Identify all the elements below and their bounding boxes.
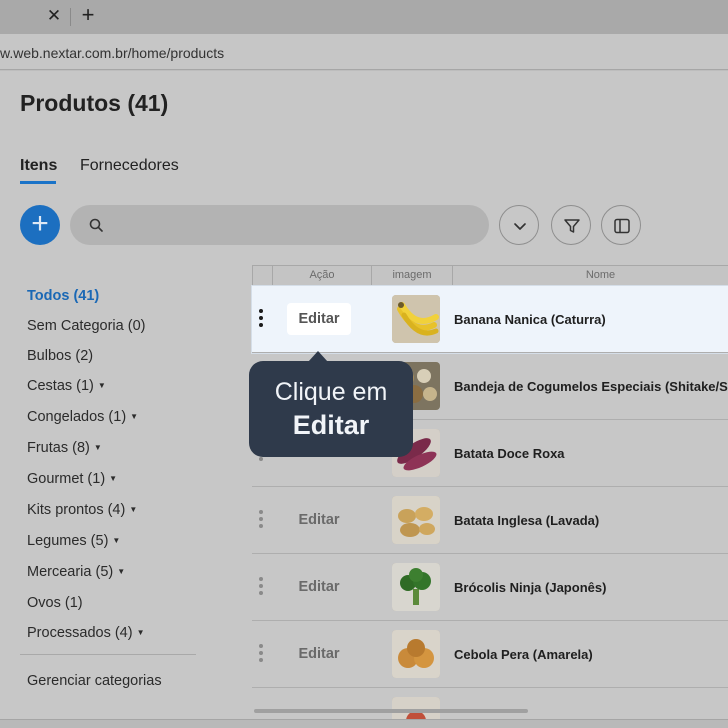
- caret-down-icon[interactable]: ▼: [98, 381, 106, 390]
- tab-separator: [70, 8, 71, 26]
- onboarding-tooltip: Clique em Editar: [249, 351, 413, 457]
- caret-down-icon[interactable]: ▼: [117, 567, 125, 576]
- caret-down-icon[interactable]: ▼: [94, 443, 102, 452]
- sidebar-category[interactable]: Frutas (8) ▼: [27, 440, 102, 456]
- header-select-cell: [253, 266, 272, 285]
- sidebar-category[interactable]: Ovos (1): [27, 595, 83, 611]
- sidebar-category-label: Processados (4): [27, 625, 133, 641]
- sidebar-category[interactable]: Sem Categoria (0): [27, 318, 145, 334]
- sidebar-category[interactable]: Todos (41): [27, 288, 99, 304]
- product-name[interactable]: Batata Doce Roxa: [454, 446, 565, 461]
- search-icon: [89, 218, 103, 232]
- address-bar[interactable]: w.web.nextar.com.br/home/products: [0, 34, 728, 70]
- sidebar-category[interactable]: Kits prontos (4) ▼: [27, 502, 137, 518]
- sidebar-category-label: Ovos (1): [27, 595, 83, 611]
- manage-categories-link[interactable]: Gerenciar categorias: [27, 673, 162, 689]
- product-name[interactable]: Banana Nanica (Caturra): [454, 312, 606, 327]
- sidebar-category-label: Sem Categoria (0): [27, 318, 146, 334]
- more-options-icon[interactable]: [258, 575, 264, 599]
- column-header-imagem[interactable]: imagem: [371, 266, 452, 285]
- caret-down-icon[interactable]: ▼: [129, 505, 137, 514]
- table-row[interactable]: Editar Banana Nanica (Caturra): [252, 286, 728, 353]
- filter-button[interactable]: [551, 205, 591, 245]
- horizontal-scrollbar[interactable]: [254, 709, 528, 713]
- plus-icon: +: [31, 207, 49, 240]
- sidebar-category[interactable]: Gourmet (1) ▼: [27, 471, 117, 487]
- sidebar-category[interactable]: Bulbos (2): [27, 348, 93, 364]
- sidebar-category-label: Frutas (8): [27, 440, 90, 456]
- caret-down-icon[interactable]: ▼: [112, 536, 120, 545]
- sidebar-category-label: Mercearia (5): [27, 564, 114, 580]
- tab-itens[interactable]: Itens: [20, 157, 57, 184]
- product-name[interactable]: Brócolis Ninja (Japonês): [454, 580, 606, 595]
- edit-button[interactable]: Editar: [287, 504, 351, 536]
- product-image: [392, 496, 440, 544]
- product-name[interactable]: Cebola Pera (Amarela): [454, 647, 593, 662]
- more-options-icon[interactable]: [258, 642, 264, 666]
- product-image: [392, 697, 440, 719]
- sidebar-category-label: Legumes (5): [27, 533, 109, 549]
- product-name[interactable]: Batata Inglesa (Lavada): [454, 513, 599, 528]
- sidebar-category[interactable]: Processados (4) ▼: [27, 625, 145, 641]
- sidebar-category[interactable]: Legumes (5) ▼: [27, 533, 120, 549]
- tooltip-line-2: Editar: [292, 410, 370, 440]
- browser-tab-bar: ✕ +: [0, 0, 728, 34]
- table-row[interactable]: Editar Cebola Pera (Amarela): [252, 621, 728, 688]
- table-header: Ação imagem Nome: [252, 265, 728, 286]
- sidebar-category-label: Congelados (1): [27, 409, 127, 425]
- edit-button[interactable]: Editar: [287, 571, 351, 603]
- filter-icon: [564, 219, 580, 233]
- url-text[interactable]: w.web.nextar.com.br/home/products: [0, 45, 224, 61]
- tooltip-line-1: Clique em: [274, 378, 388, 406]
- sidebar-divider: [20, 654, 196, 655]
- new-tab-icon[interactable]: +: [77, 4, 99, 28]
- bottom-bar: [0, 719, 728, 728]
- sidebar-category[interactable]: Mercearia (5) ▼: [27, 564, 125, 580]
- sidebar-category[interactable]: Congelados (1) ▼: [27, 409, 138, 425]
- caret-down-icon[interactable]: ▼: [109, 474, 117, 483]
- product-image: [392, 630, 440, 678]
- sidebar-category-label: Bulbos (2): [27, 348, 94, 364]
- product-image: [392, 295, 440, 343]
- chevron-down-icon: [514, 223, 526, 230]
- product-name[interactable]: Bandeja de Cogumelos Especiais (Shitake/…: [454, 379, 728, 394]
- tab-fornecedores[interactable]: Fornecedores: [80, 157, 179, 175]
- product-image: [392, 563, 440, 611]
- toggle-sidebar-button[interactable]: [601, 205, 641, 245]
- caret-down-icon[interactable]: ▼: [137, 628, 145, 637]
- sidebar-category[interactable]: Cestas (1) ▼: [27, 378, 106, 394]
- caret-down-icon[interactable]: ▼: [130, 412, 138, 421]
- close-tab-icon[interactable]: ✕: [44, 6, 64, 26]
- sidebar-category-label: Kits prontos (4): [27, 502, 126, 518]
- dropdown-button[interactable]: [499, 205, 539, 245]
- sidebar-category-label: Cestas (1): [27, 378, 94, 394]
- table-row[interactable]: Editar Brócolis Ninja (Japonês): [252, 554, 728, 621]
- search-input[interactable]: [70, 205, 489, 245]
- table-row[interactable]: Editar Batata Inglesa (Lavada): [252, 487, 728, 554]
- add-product-button[interactable]: +: [20, 205, 60, 245]
- products-page: Produtos (41) Itens Fornecedores + Todos…: [0, 71, 728, 728]
- sidebar-toggle-icon: [614, 218, 630, 234]
- sidebar-category-label: Todos (41): [27, 288, 100, 304]
- more-options-icon[interactable]: [258, 508, 264, 532]
- edit-button[interactable]: Editar: [287, 303, 351, 335]
- sidebar-category-label: Gourmet (1): [27, 471, 106, 487]
- column-header-acao[interactable]: Ação: [272, 266, 371, 285]
- column-header-nome[interactable]: Nome: [452, 266, 728, 285]
- page-title: Produtos (41): [20, 90, 169, 116]
- edit-button[interactable]: Editar: [287, 638, 351, 670]
- more-options-icon[interactable]: [258, 307, 264, 331]
